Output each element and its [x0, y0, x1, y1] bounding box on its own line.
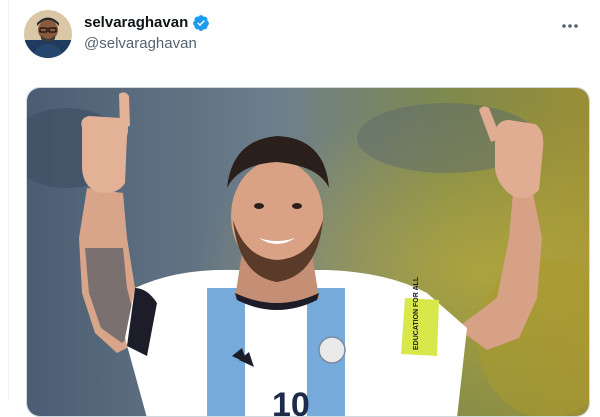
jersey-number: 10 — [272, 386, 310, 417]
author-display-name[interactable]: selvaraghavan — [84, 13, 188, 33]
armband-text: EDUCATION FOR ALL — [413, 276, 420, 350]
tweet-photo[interactable]: EDUCATION FOR ALL 10 — [26, 87, 590, 417]
author-info: selvaraghavan @selvaraghavan — [84, 13, 210, 54]
timeline-divider — [8, 0, 9, 400]
avatar[interactable] — [24, 10, 72, 58]
more-options-button[interactable] — [558, 14, 582, 38]
more-horizontal-icon — [562, 24, 578, 28]
verified-badge-icon — [192, 14, 210, 32]
author-handle[interactable]: @selvaraghavan — [84, 34, 210, 54]
tweet-header: selvaraghavan @selvaraghavan — [24, 8, 592, 62]
